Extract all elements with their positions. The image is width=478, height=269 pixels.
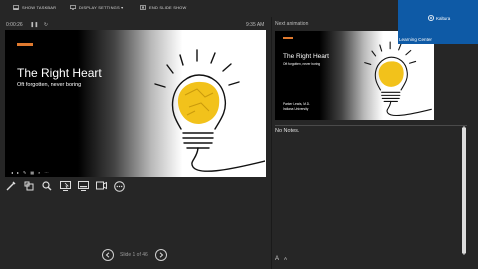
more-options-icon bbox=[113, 180, 125, 192]
grid-small-icon[interactable]: ▦ bbox=[30, 170, 34, 175]
taskbar-icon bbox=[13, 5, 19, 10]
increase-font-button[interactable]: A bbox=[275, 256, 279, 262]
show-taskbar-button[interactable]: SHOW TASKBAR bbox=[13, 5, 56, 10]
slide-navigation: Slide 1 of 46 bbox=[100, 249, 170, 261]
notes-divider[interactable] bbox=[275, 125, 467, 126]
kaltura-logo-icon bbox=[428, 15, 434, 21]
next-lightbulb-illustration bbox=[364, 41, 432, 117]
presenter-tools bbox=[5, 180, 131, 192]
display-settings-label: DISPLAY SETTINGS ▾ bbox=[79, 5, 124, 10]
all-slides-icon bbox=[24, 181, 34, 191]
clock: 9:35 AM bbox=[246, 22, 265, 28]
zoom-icon bbox=[42, 181, 52, 191]
reset-timer-icon[interactable]: ↻ bbox=[44, 22, 48, 28]
speaker-notes[interactable]: No Notes. bbox=[275, 128, 299, 134]
subtitles-button[interactable] bbox=[95, 180, 107, 192]
next-slide-preview[interactable]: The Right Heart Oft forgotten, never bor… bbox=[275, 31, 434, 120]
more-small-icon[interactable]: ⋯ bbox=[44, 170, 48, 175]
brand-logo-text: Kaltura bbox=[436, 15, 451, 21]
decrease-font-button[interactable]: A bbox=[284, 256, 287, 262]
next-slide-subtitle: Oft forgotten, never boring bbox=[283, 62, 321, 66]
notes-font-controls: A A bbox=[275, 256, 287, 262]
pen-tool-button[interactable] bbox=[5, 180, 17, 192]
notes-scrollbar[interactable] bbox=[462, 128, 466, 253]
black-screen-icon bbox=[77, 181, 89, 191]
pen-small-icon[interactable]: ✎ bbox=[23, 170, 26, 175]
slide-title: The Right Heart bbox=[17, 66, 102, 80]
end-slide-show-button[interactable]: END SLIDE SHOW bbox=[140, 5, 186, 10]
pause-timer-icon[interactable]: ❚❚ bbox=[30, 22, 38, 28]
accent-bar bbox=[17, 43, 33, 46]
slide-counter[interactable]: Slide 1 of 46 bbox=[120, 252, 148, 258]
display-settings-button[interactable]: DISPLAY SETTINGS ▾ bbox=[70, 5, 123, 10]
zoom-button[interactable] bbox=[41, 180, 53, 192]
more-options-button[interactable] bbox=[113, 180, 125, 192]
pane-divider[interactable] bbox=[271, 17, 272, 269]
end-slide-show-label: END SLIDE SHOW bbox=[149, 5, 187, 10]
previous-slide-button[interactable] bbox=[102, 249, 114, 261]
next-slide-title: The Right Heart bbox=[283, 53, 329, 60]
subtitles-icon bbox=[95, 181, 107, 190]
timer-value: 0:00:26 bbox=[6, 22, 23, 28]
pointer-icon bbox=[59, 181, 71, 191]
end-show-icon bbox=[140, 5, 146, 10]
back-icon[interactable]: ◂ bbox=[11, 170, 13, 175]
zoom-small-icon[interactable]: ⌕ bbox=[38, 170, 40, 175]
elapsed-timer: 0:00:26 ❚❚ ↻ bbox=[6, 22, 48, 28]
lightbulb-illustration bbox=[154, 49, 265, 172]
scroll-down-icon[interactable] bbox=[462, 253, 466, 255]
next-slide-button[interactable] bbox=[155, 249, 167, 261]
arrow-left-icon bbox=[105, 252, 110, 258]
arrow-right-icon bbox=[159, 252, 164, 258]
slide-subtitle: Oft forgotten, never boring bbox=[17, 82, 82, 88]
presenter-org: Indiana University bbox=[283, 107, 309, 111]
brand-caption: Learning Center bbox=[399, 37, 432, 42]
show-taskbar-label: SHOW TASKBAR bbox=[22, 5, 57, 10]
current-slide[interactable]: The Right Heart Oft forgotten, never bor… bbox=[5, 30, 266, 177]
forward-icon[interactable]: ▸ bbox=[17, 170, 19, 175]
pointer-button[interactable] bbox=[59, 180, 71, 192]
next-animation-label: Next animation bbox=[275, 21, 309, 27]
brand-logo: Kaltura bbox=[428, 15, 450, 21]
presenter-info: Parker Lewis, M.D. Indiana University bbox=[283, 102, 310, 112]
black-screen-button[interactable] bbox=[77, 180, 89, 192]
all-slides-button[interactable] bbox=[23, 180, 35, 192]
display-settings-icon bbox=[70, 5, 76, 10]
next-accent-bar bbox=[283, 37, 293, 39]
pen-tool-icon bbox=[6, 181, 16, 191]
slide-overlay-tools: ◂ ▸ ✎ ▦ ⌕ ⋯ bbox=[11, 170, 48, 175]
